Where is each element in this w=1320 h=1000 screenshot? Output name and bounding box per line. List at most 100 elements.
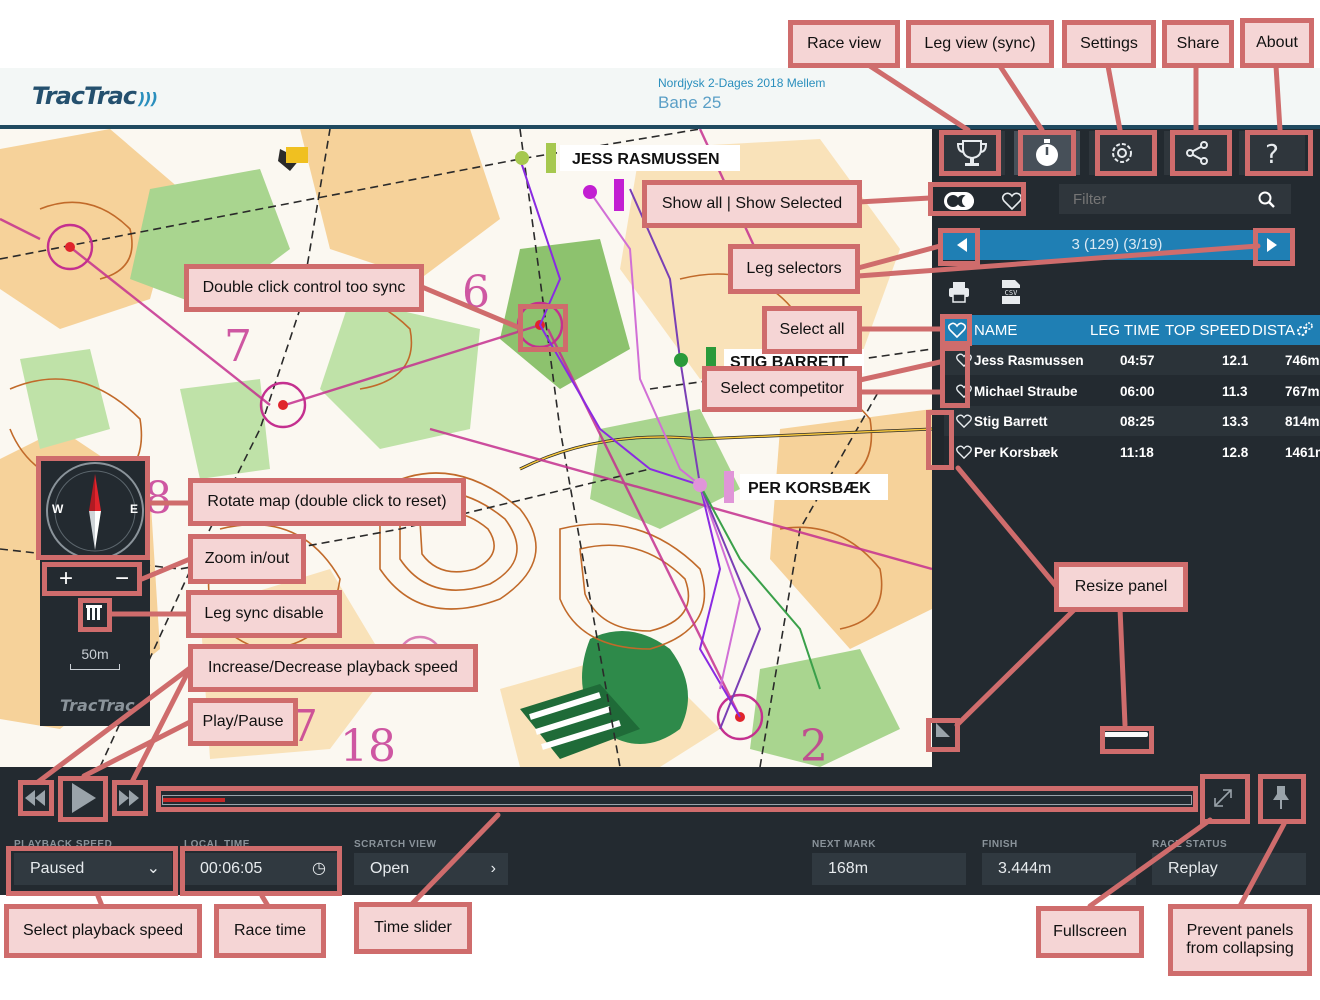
svg-text:CSV: CSV <box>1005 289 1018 297</box>
finish-label: FINISH <box>982 839 1018 850</box>
leg-time: 08:25 <box>1120 414 1155 429</box>
leg-label: 3 (129) (3/19) <box>942 230 1292 260</box>
callout-fullscreen: Fullscreen <box>1036 906 1144 958</box>
map-watermark: TracTrac <box>60 696 135 715</box>
top-speed: 12.1 <box>1222 353 1249 368</box>
chevron-right-icon: › <box>490 860 496 877</box>
callout-time-slider: Time slider <box>354 902 472 954</box>
highlight-resize-handle <box>926 410 954 470</box>
callout-show-all: Show all | Show Selected <box>642 180 862 228</box>
highlight-speed-select <box>6 846 178 896</box>
highlight-compass <box>36 456 150 560</box>
column-leg-time[interactable]: LEG TIME <box>1090 322 1160 339</box>
callout-leg-sync: Leg sync disable <box>186 590 342 638</box>
leg-time: 11:18 <box>1120 445 1154 460</box>
control-number: 18 <box>340 721 396 767</box>
highlight-select-competitor <box>940 346 970 408</box>
table-row[interactable]: Stig Barrett 08:25 13.3 814m <box>940 406 1320 436</box>
callout-settings: Settings <box>1062 20 1156 68</box>
callout-zoom: Zoom in/out <box>188 534 306 584</box>
highlight-play <box>58 776 108 822</box>
callout-select-speed: Select playback speed <box>4 904 202 958</box>
highlight-share <box>1170 130 1232 176</box>
highlight-pin <box>1258 774 1306 824</box>
race-status-label: RACE STATUS <box>1152 839 1228 850</box>
highlight-fullscreen <box>1200 774 1250 824</box>
top-speed: 12.8 <box>1222 445 1249 460</box>
column-name[interactable]: NAME <box>974 322 1017 339</box>
distance: 814m <box>1285 414 1320 429</box>
control-number: 2 <box>800 721 828 767</box>
highlight-race-view <box>939 130 1001 176</box>
column-top-speed[interactable]: TOP SPEED <box>1165 322 1250 339</box>
control-number: 6 <box>462 267 490 318</box>
leg-time: 06:00 <box>1120 384 1155 399</box>
control-number: 7 <box>224 321 252 372</box>
highlight-control <box>518 304 568 352</box>
finish-value: 3.444m <box>982 853 1136 885</box>
tractrac-logo: TracTrac))) <box>32 82 158 110</box>
highlight-slower <box>18 780 54 816</box>
callout-select-competitor: Select competitor <box>702 366 862 412</box>
column-distance[interactable]: DISTA <box>1252 322 1295 339</box>
highlight-show-all <box>928 182 1026 216</box>
table-row[interactable]: Per Korsbæk 11:18 12.8 1461m <box>940 437 1320 467</box>
callout-leg-selectors: Leg selectors <box>728 244 860 294</box>
callout-race-view: Race view <box>788 20 900 68</box>
highlight-time-slider <box>156 786 1198 812</box>
competitor-name: Stig Barrett <box>974 414 1048 429</box>
competitor-name: Per Korsbæk <box>974 445 1059 460</box>
competitor-label-jess: JESS RASMUSSEN <box>572 151 720 168</box>
distance: 767m <box>1285 384 1320 399</box>
competitor-label-per: PER KORSBÆK <box>748 480 871 497</box>
select-competitor-heart-icon[interactable] <box>956 445 972 459</box>
callout-speed: Increase/Decrease playback speed <box>188 644 478 692</box>
top-speed: 13.3 <box>1222 414 1249 429</box>
race-status-value: Replay <box>1152 853 1306 885</box>
highlight-leg-sync <box>78 598 112 632</box>
map-scale: 50m <box>70 646 120 670</box>
distance: 746m <box>1285 353 1320 368</box>
callout-about: About <box>1240 18 1314 68</box>
scratch-view-button[interactable]: Open › <box>354 853 508 885</box>
callout-play-pause: Play/Pause <box>188 698 298 746</box>
table-row[interactable]: Michael Straube 06:00 11.3 767m <box>940 376 1320 406</box>
highlight-leg-view <box>1018 130 1076 176</box>
next-mark-label: NEXT MARK <box>812 839 876 850</box>
highlight-next-leg <box>1253 228 1295 266</box>
highlight-race-time <box>180 846 342 896</box>
print-icon[interactable] <box>948 281 970 303</box>
table-row[interactable]: Jess Rasmussen 04:57 12.1 746m <box>940 345 1320 375</box>
leg-time: 04:57 <box>1120 353 1155 368</box>
callout-resize-panel: Resize panel <box>1054 562 1188 612</box>
side-panel: ? 3 (129) (3/19) CSV NAME <box>932 129 1320 767</box>
competitor-name: Jess Rasmussen <box>974 353 1084 368</box>
results-table-header: NAME LEG TIME TOP SPEED DISTA <box>940 315 1320 345</box>
column-settings-icon[interactable] <box>1296 322 1314 338</box>
highlight-resize-corner <box>926 718 960 752</box>
course-title: Bane 25 <box>658 93 722 112</box>
event-title: Nordjysk 2-Dages 2018 Mellem <box>658 76 826 90</box>
highlight-select-all <box>940 314 972 346</box>
callout-race-time: Race time <box>214 904 326 958</box>
highlight-zoom <box>42 562 142 596</box>
filter-input[interactable] <box>1059 184 1291 214</box>
highlight-resize-bar <box>1100 726 1154 754</box>
callout-leg-view: Leg view (sync) <box>906 20 1054 68</box>
search-icon[interactable] <box>1258 191 1276 209</box>
scratch-view-label: SCRATCH VIEW <box>354 839 437 850</box>
highlight-settings <box>1095 130 1157 176</box>
next-mark-value: 168m <box>812 853 966 885</box>
callout-select-all: Select all <box>762 306 862 354</box>
callout-share: Share <box>1162 20 1234 68</box>
highlight-previous-leg <box>938 228 980 266</box>
csv-export-icon[interactable]: CSV <box>1000 279 1022 305</box>
top-speed: 11.3 <box>1222 384 1248 399</box>
distance: 1461m <box>1285 445 1320 460</box>
highlight-about <box>1245 130 1313 176</box>
competitor-name: Michael Straube <box>974 384 1078 399</box>
callout-rotate-map: Rotate map (double click to reset) <box>188 478 466 526</box>
highlight-faster <box>112 780 148 816</box>
callout-double-click: Double click control too sync <box>184 264 424 312</box>
select-competitor-heart-icon[interactable] <box>956 414 972 428</box>
